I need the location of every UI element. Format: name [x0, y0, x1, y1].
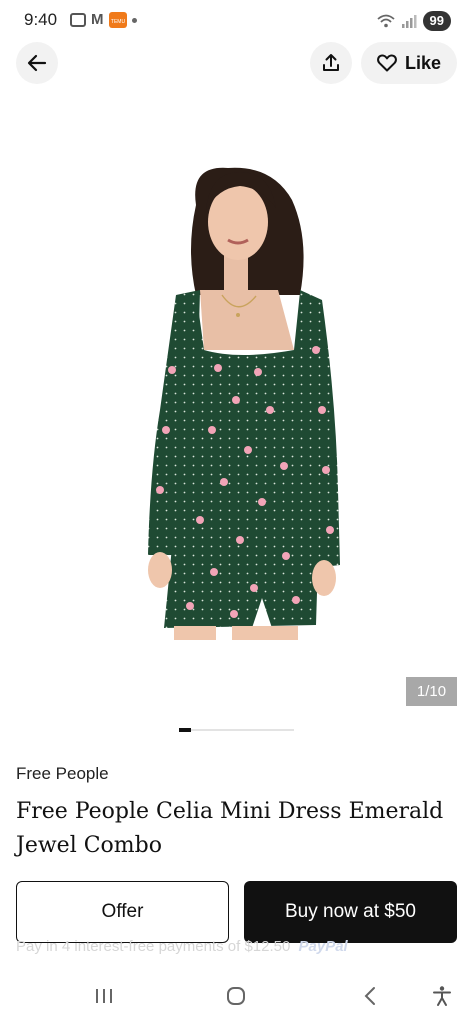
- chevron-left-icon: [364, 987, 375, 1005]
- offer-button[interactable]: Offer: [16, 881, 229, 943]
- gmail-icon: M: [91, 11, 104, 28]
- recent-apps-icon: [96, 989, 112, 1003]
- status-bar: 9:40 M TEMU 99: [0, 0, 473, 44]
- home-icon: [227, 987, 245, 1005]
- signal-icon: [401, 15, 417, 28]
- like-button[interactable]: Like: [361, 42, 457, 84]
- app-notification-text: TEMU: [110, 19, 125, 25]
- status-time: 9:40: [24, 10, 58, 29]
- product-image[interactable]: [0, 110, 473, 710]
- back-button[interactable]: [16, 42, 58, 84]
- arrow-left-icon: [27, 54, 47, 72]
- wifi-icon: [376, 14, 395, 28]
- home-button[interactable]: [221, 982, 251, 1010]
- image-counter: 1/10: [406, 677, 457, 706]
- gallery-pager-thumb: [179, 728, 191, 732]
- like-label: Like: [404, 52, 442, 73]
- battery-level: 99: [429, 13, 444, 28]
- installment-label: Pay in 4 interest-free payments of $12.5…: [16, 938, 291, 955]
- brand-name[interactable]: Free People: [16, 764, 109, 784]
- system-nav-bar: [0, 968, 473, 1024]
- heart-icon: [377, 54, 397, 72]
- product-title: Free People Celia Mini Dress Emerald Jew…: [16, 799, 444, 858]
- share-button[interactable]: [310, 42, 352, 84]
- battery-icon: 99: [422, 11, 451, 31]
- paypal-logo: PayPal: [298, 938, 348, 955]
- buy-now-button[interactable]: Buy now at $50: [244, 881, 457, 943]
- gallery-pager-track: [179, 729, 294, 731]
- accessibility-icon: [433, 986, 451, 1006]
- system-icons: 99: [376, 11, 451, 31]
- accessibility-button[interactable]: [427, 982, 457, 1010]
- dot-icon: [131, 17, 137, 23]
- recent-apps-button[interactable]: [89, 982, 119, 1010]
- share-icon: [323, 54, 339, 71]
- product-photo: [148, 167, 340, 640]
- notification-icons: M TEMU: [70, 12, 137, 28]
- app-notification-icon: TEMU: [108, 12, 127, 28]
- back-nav-button[interactable]: [355, 982, 385, 1010]
- screenshot-icon: [70, 13, 86, 27]
- installment-text: Pay in 4 interest-free payments of $12.5…: [16, 938, 348, 955]
